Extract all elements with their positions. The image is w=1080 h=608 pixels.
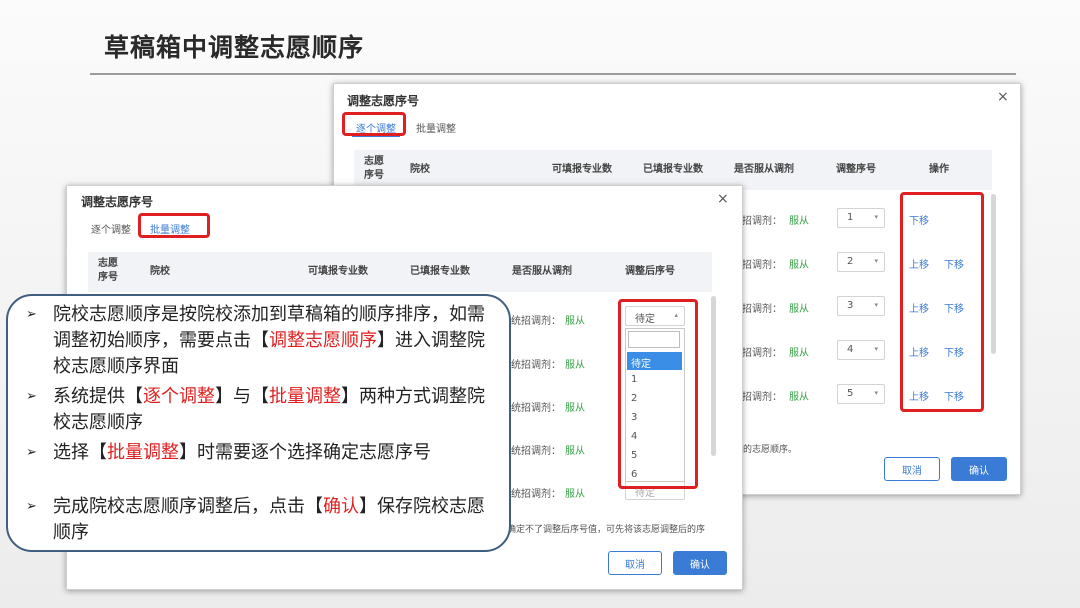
hint-text: 确定不了调整后序号值，可先将该志愿调整后的序 [507,525,706,535]
adjust-label: 统招调剂： [511,446,561,457]
seq-select[interactable]: 5 ▾ [837,384,885,404]
adjust-label: 统招调剂： [511,360,561,371]
cancel-button[interactable]: 取消 [608,551,662,575]
caret-down-icon: ▾ [874,213,878,221]
tab-batch[interactable]: 批量调整 [416,120,456,135]
hint-text: 后的志愿顺序。 [734,445,798,455]
seq-value: 1 [847,212,854,223]
adjust-label: 统招调剂： [511,403,561,414]
seq-value: 3 [847,300,854,311]
col-header: 已填报专业数 [643,164,703,175]
adjust-value: 服从 [565,446,585,457]
bullet-text: 】时需要逐个选择确定志愿序号 [179,442,431,463]
bullet-highlight: 批量调整 [107,442,179,463]
col-header: 操作 [929,164,949,175]
adjust-value: 服从 [565,316,585,327]
seq-select[interactable]: 3 ▾ [837,296,885,316]
caret-down-icon: ▾ [874,301,878,309]
adjust-value: 服从 [565,403,585,414]
title-rule [90,73,1016,75]
arrow-bullet-icon: ➢ [26,307,37,322]
bullet-4: ➢ 完成院校志愿顺序调整后，点击【确认】保存院校志愿顺序 [26,494,496,546]
seq-value: 4 [847,344,854,355]
seq-value: 待定 [635,488,655,499]
col-header: 可填报专业数 [308,266,368,277]
col-header: 志愿序号 [98,258,118,283]
col-header: 志愿序号 [364,156,384,181]
col-header: 调整序号 [836,164,876,175]
adjust-value: 服从 [789,392,809,403]
adjust-value: 服从 [789,348,809,359]
tab-one-by-one[interactable]: 逐个调整 [91,221,131,236]
seq-select[interactable]: 4 ▾ [837,340,885,360]
bullet-3: ➢ 选择【批量调整】时需要逐个选择确定志愿序号 [26,440,496,466]
highlight-box-dropdown [618,299,698,489]
col-header: 院校 [150,266,170,277]
seq-select[interactable]: 2 ▾ [837,252,885,272]
highlight-box-tab [138,213,210,238]
seq-select[interactable]: 1 ▾ [837,208,885,228]
highlight-box-tab [342,112,406,136]
col-header: 可填报专业数 [552,164,612,175]
caret-down-icon: ▾ [874,257,878,265]
bullet-text: 系统提供【 [53,386,143,407]
bullet-text: 】与【 [215,386,269,407]
col-header: 院校 [410,164,430,175]
bullet-1: ➢ 院校志愿顺序是按院校添加到草稿箱的顺序排序，如需调整初始顺序，需要点击【调整… [26,302,496,380]
bullet-highlight: 确认 [323,496,359,517]
bullet-2: ➢ 系统提供【逐个调整】与【批量调整】两种方式调整院校志愿顺序 [26,384,496,436]
bullet-text: 完成院校志愿顺序调整后，点击【 [53,496,323,517]
close-icon[interactable]: × [997,89,1009,105]
bullet-highlight: 批量调整 [269,386,341,407]
highlight-box-actions [900,192,984,412]
cancel-button[interactable]: 取消 [884,457,940,481]
dialog-title: 调整志愿序号 [81,195,154,209]
dialog-title: 调整志愿序号 [347,94,420,108]
adjust-value: 服从 [789,260,809,271]
bullet-text: 选择【 [53,442,107,463]
adjust-label: 统招调剂： [511,489,561,500]
table-header: 志愿序号 院校 可填报专业数 已填报专业数 是否服从调剂 调整后序号 [88,252,712,292]
caret-down-icon: ▾ [874,345,878,353]
col-header: 是否服从调剂 [734,164,794,175]
arrow-bullet-icon: ➢ [26,445,37,460]
adjust-label: 统招调剂： [511,316,561,327]
col-header: 调整后序号 [625,266,675,277]
seq-value: 5 [847,388,854,399]
scrollbar[interactable] [711,296,716,456]
close-icon[interactable]: × [717,191,729,207]
bullet-highlight: 逐个调整 [143,386,215,407]
caret-down-icon: ▾ [874,389,878,397]
adjust-value: 服从 [565,360,585,371]
arrow-bullet-icon: ➢ [26,389,37,404]
slide-title: 草稿箱中调整志愿顺序 [104,33,365,62]
col-header: 是否服从调剂 [512,266,572,277]
scrollbar[interactable] [991,194,996,354]
arrow-bullet-icon: ➢ [26,499,37,514]
adjust-value: 服从 [789,216,809,227]
instruction-callout: ➢ 院校志愿顺序是按院校添加到草稿箱的顺序排序，如需调整初始顺序，需要点击【调整… [6,294,511,552]
confirm-button[interactable]: 确认 [673,551,727,575]
adjust-value: 服从 [565,489,585,500]
bullet-highlight: 调整志愿顺序 [269,330,377,351]
confirm-button[interactable]: 确认 [951,457,1007,481]
adjust-value: 服从 [789,304,809,315]
seq-value: 2 [847,256,854,267]
col-header: 已填报专业数 [410,266,470,277]
table-header: 志愿序号 院校 可填报专业数 已填报专业数 是否服从调剂 调整序号 操作 [354,150,992,190]
